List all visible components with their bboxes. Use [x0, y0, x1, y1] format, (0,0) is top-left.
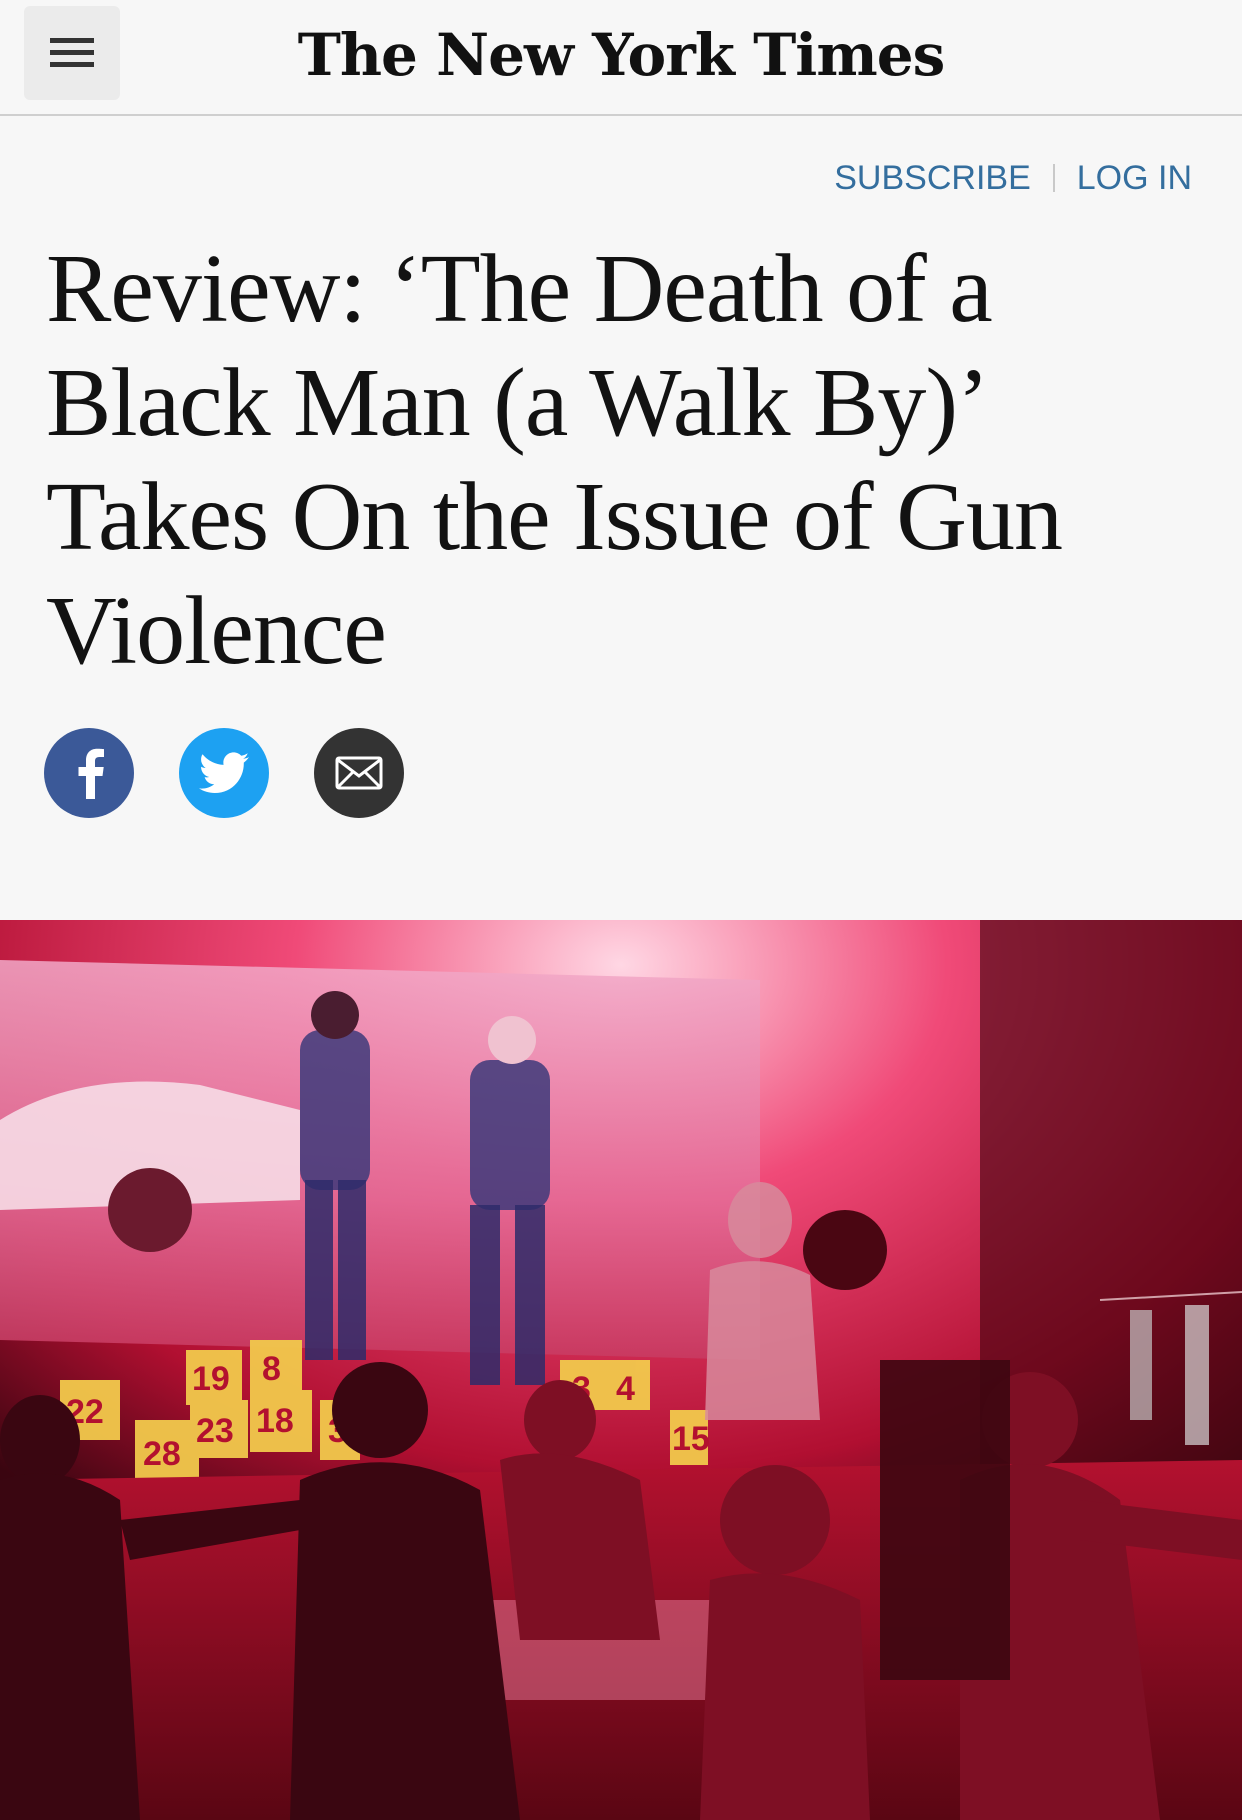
lead-photo[interactable]: 22 28 19 8 23 18 3 3 4 15	[0, 920, 1242, 1820]
subscribe-link[interactable]: SUBSCRIBE	[834, 159, 1031, 198]
top-bar: The New York Times	[0, 0, 1242, 116]
facebook-share-button[interactable]	[44, 728, 134, 818]
masthead-logo[interactable]: The New York Times	[0, 10, 1242, 100]
share-bar	[44, 728, 404, 818]
login-link[interactable]: LOG IN	[1077, 159, 1192, 198]
twitter-icon	[199, 752, 249, 793]
marker-label: 4	[616, 1370, 635, 1408]
marker-label: 15	[672, 1420, 710, 1458]
auth-divider	[1052, 164, 1055, 192]
email-icon	[335, 756, 383, 790]
marker-label: 28	[143, 1435, 181, 1473]
marker-label: 23	[196, 1412, 234, 1450]
stage-scene-image: 22 28 19 8 23 18 3 3 4 15	[0, 920, 1242, 1820]
article-page: The New York Times SUBSCRIBE LOG IN Revi…	[0, 0, 1242, 1820]
email-share-button[interactable]	[314, 728, 404, 818]
facebook-icon	[78, 748, 104, 799]
auth-links: SUBSCRIBE LOG IN	[834, 154, 1192, 202]
twitter-share-button[interactable]	[179, 728, 269, 818]
article-headline: Review: ‘The Death of a Black Man (a Wal…	[46, 235, 1063, 685]
marker-label: 8	[262, 1350, 281, 1388]
marker-label: 19	[192, 1360, 230, 1398]
marker-label: 18	[256, 1402, 294, 1440]
